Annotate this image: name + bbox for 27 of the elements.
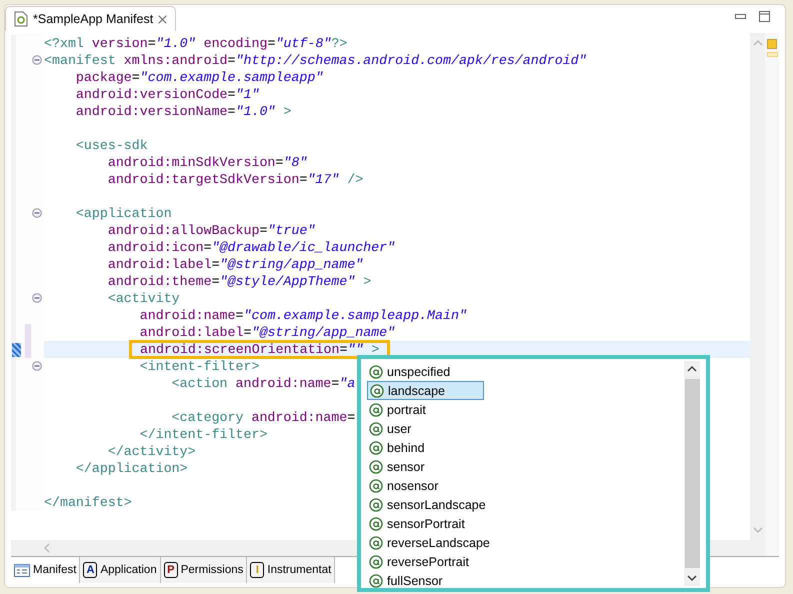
- code-line: </manifest>: [44, 494, 132, 511]
- code-line: <application: [74, 205, 172, 222]
- letter-icon: A: [83, 562, 98, 578]
- code-line: android:targetSdkVersion="17" />: [106, 171, 364, 188]
- code-line: <activity: [106, 290, 180, 307]
- code-line: package="com.example.sampleapp": [74, 69, 324, 86]
- code-line: <action android:name="a: [170, 375, 356, 392]
- code-line: android:versionName="1.0" >: [74, 103, 292, 120]
- code-line: <uses-sdk: [74, 137, 148, 154]
- letter-icon: I: [250, 562, 264, 578]
- code-line: </intent-filter>: [138, 426, 268, 443]
- code-line: <?xml version="1.0" encoding="utf-8"?>: [44, 35, 348, 52]
- code-line: </application>: [74, 460, 188, 477]
- code-line: <intent-filter>: [138, 358, 260, 375]
- code-line: android:icon="@drawable/ic_launcher": [106, 239, 396, 256]
- code-line: android:name="com.example.sampleapp.Main": [138, 307, 467, 324]
- letter-icon: P: [164, 562, 178, 578]
- code-line: <manifest xmlns:android="http://schemas.android.com/apk/res/android": [44, 52, 587, 69]
- code-line: <category android:name=: [170, 409, 356, 426]
- code-line: android:minSdkVersion="8": [106, 154, 308, 171]
- code-line: </activity>: [106, 443, 196, 460]
- code-line: android:allowBackup="true": [106, 222, 316, 239]
- code-line: android:theme="@style/AppTheme" >: [106, 273, 372, 290]
- code-line: android:label="@string/app_name": [106, 256, 364, 273]
- code-line: android:label="@string/app_name": [138, 324, 396, 341]
- code-line: android:versionCode="1": [74, 86, 260, 103]
- editor-tab-title: *SampleApp Manifest: [33, 12, 154, 26]
